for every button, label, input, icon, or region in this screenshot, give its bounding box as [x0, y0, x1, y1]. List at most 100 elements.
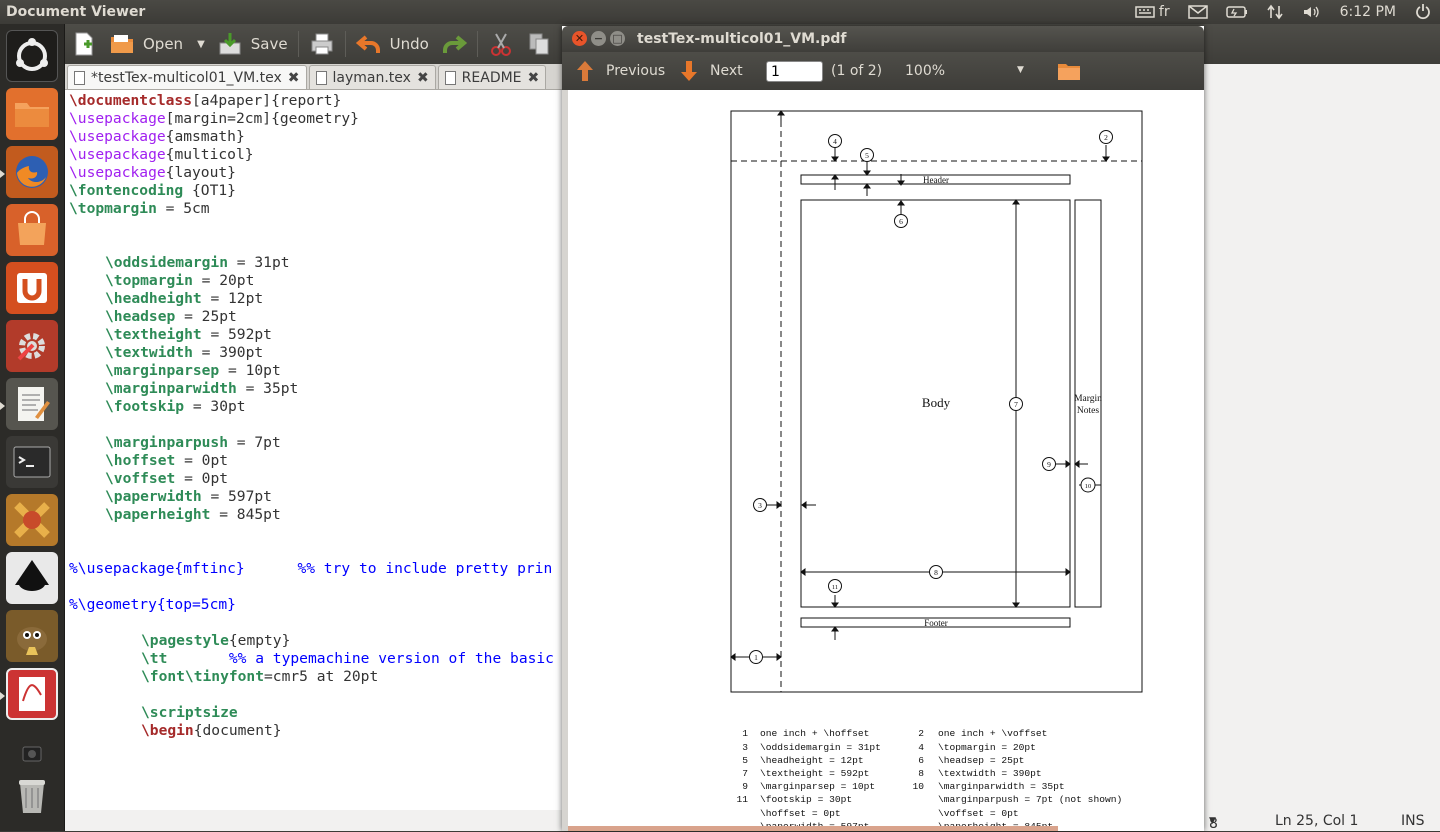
horizontal-scrollbar[interactable]: [568, 826, 1058, 831]
firefox-launcher[interactable]: [6, 146, 58, 198]
editor-statusbar: 8 ▼ Ln 25, Col 1 INS: [1205, 810, 1440, 832]
tab-testtex-multicol[interactable]: *testTex-multicol01_VM.tex ✖: [67, 65, 307, 89]
toolbar-separator: [476, 31, 478, 57]
terminal-launcher[interactable]: [6, 436, 58, 488]
text-editor-icon: [18, 387, 50, 421]
undo-button[interactable]: Undo: [350, 24, 435, 64]
new-document-button[interactable]: [65, 24, 103, 64]
code-line: \begin{document}: [141, 722, 282, 739]
zoom-dropdown-arrow-icon: ▼: [1017, 65, 1024, 75]
insert-mode: INS: [1401, 813, 1425, 829]
viewer-titlebar[interactable]: ✕ − □ testTex-multicol01_VM.pdf: [562, 26, 1204, 52]
code-line: \usepackage{layout}: [69, 164, 236, 181]
shopping-bag-icon: [18, 211, 46, 245]
arrow-down-icon: [681, 61, 697, 81]
zoom-select[interactable]: 100% ▼: [905, 63, 1024, 79]
camera-icon: [22, 746, 42, 762]
open-dropdown-arrow-icon[interactable]: ▼: [197, 39, 205, 50]
running-indicator: [0, 692, 5, 700]
save-label: Save: [250, 35, 288, 53]
text-editor-launcher[interactable]: [6, 378, 58, 430]
next-page-button[interactable]: Next: [670, 51, 749, 91]
tab-readme[interactable]: README ✖: [437, 65, 547, 89]
gimp-icon: [17, 627, 47, 655]
code-line: \marginparwidth = 35pt: [105, 380, 299, 397]
terminal-icon: [13, 446, 51, 478]
print-button[interactable]: [303, 24, 341, 64]
tab-label: *testTex-multicol01_VM.tex: [91, 69, 282, 86]
code-editor[interactable]: \documentclass[a4paper]{report} \usepack…: [65, 90, 565, 810]
system-settings-launcher[interactable]: [6, 320, 58, 372]
document-icon: [444, 70, 456, 85]
document-viewer-icon: [19, 677, 45, 711]
open-button[interactable]: Open ▼: [103, 24, 211, 64]
code-line: \hoffset = 0pt: [105, 452, 229, 469]
ubuntu-logo-icon: [16, 38, 48, 71]
viewer-toolbar: Previous Next (1 of 2) 100% ▼: [562, 52, 1204, 90]
battery-icon: [1225, 6, 1247, 18]
document-viewer-window: ✕ − □ testTex-multicol01_VM.pdf Previous…: [562, 26, 1204, 831]
tab-label: layman.tex: [332, 69, 411, 86]
page-count: (1 of 2): [831, 63, 883, 79]
zoom-value: 100%: [905, 63, 946, 79]
trash-launcher[interactable]: [6, 770, 58, 822]
code-line: \headsep = 25pt: [105, 308, 237, 325]
ubuntu-one-launcher[interactable]: [6, 262, 58, 314]
code-line: \pagestyle{empty}: [141, 632, 291, 649]
open-sidebar-button[interactable]: [1050, 51, 1088, 91]
marker-4: 4: [833, 137, 837, 146]
gimp-image-editor-launcher[interactable]: [6, 610, 58, 662]
code-line: \fontencoding {OT1}: [69, 182, 236, 199]
tab-label: README: [461, 69, 522, 86]
document-view[interactable]: Header Body Margin Notes Footer 1 2 3 4 …: [562, 90, 1204, 831]
files-launcher[interactable]: [6, 88, 58, 140]
marker-8: 8: [934, 568, 938, 577]
keyboard-indicator[interactable]: fr: [1135, 4, 1170, 20]
close-tab-icon[interactable]: ✖: [528, 70, 540, 86]
ubuntu-one-icon: [17, 273, 47, 303]
mail-indicator[interactable]: [1187, 5, 1208, 19]
legend-left-text: one inch + \hoffset \oddsidemargin = 31pt…: [760, 728, 881, 831]
folder-icon: [15, 103, 49, 127]
inkscape-launcher[interactable]: [6, 552, 58, 604]
clock[interactable]: 6:12 PM: [1340, 4, 1396, 20]
code-line: \topmargin = 5cm: [69, 200, 210, 217]
session-indicator[interactable]: [1414, 3, 1432, 21]
maximize-window-icon[interactable]: □: [610, 31, 625, 46]
code-line: \oddsidemargin = 31pt: [105, 254, 290, 271]
save-button[interactable]: Save: [211, 24, 294, 64]
minimize-window-icon[interactable]: −: [591, 31, 606, 46]
gimp-launcher[interactable]: [6, 494, 58, 546]
page-number-input[interactable]: [766, 61, 823, 82]
code-line: \scriptsize: [141, 704, 238, 721]
marker-10: 10: [1085, 483, 1092, 490]
close-tab-icon[interactable]: ✖: [417, 70, 429, 86]
battery-indicator[interactable]: [1225, 5, 1248, 19]
marker-5: 5: [865, 151, 869, 160]
folder-icon: [1058, 64, 1080, 80]
network-indicator[interactable]: [1266, 4, 1284, 20]
previous-page-button[interactable]: Previous: [566, 51, 671, 91]
sound-indicator[interactable]: [1302, 4, 1322, 20]
keyboard-layout-label: fr: [1158, 4, 1170, 20]
toolbar-separator: [297, 31, 299, 57]
tab-layman[interactable]: layman.tex ✖: [308, 65, 436, 89]
viewer-title: testTex-multicol01_VM.pdf: [637, 31, 847, 47]
inkscape-icon: [15, 560, 49, 591]
code-line: %\usepackage{mftinc} %% try to include p…: [69, 560, 553, 577]
undo-label: Undo: [389, 35, 429, 53]
new-document-icon: [75, 32, 93, 56]
margin-notes-label-line1: Margin: [1074, 394, 1102, 404]
redo-button[interactable]: [435, 24, 473, 64]
dash-home-button[interactable]: [6, 30, 58, 82]
mail-icon: [1187, 5, 1208, 19]
software-center-launcher[interactable]: [6, 204, 58, 256]
cut-button[interactable]: [482, 24, 520, 64]
document-viewer-launcher[interactable]: [6, 668, 58, 720]
close-window-icon[interactable]: ✕: [572, 31, 587, 46]
document-tabs: *testTex-multicol01_VM.tex ✖ layman.tex …: [65, 64, 565, 90]
marker-1: 1: [754, 653, 758, 662]
marker-3: 3: [758, 501, 762, 510]
close-tab-icon[interactable]: ✖: [288, 70, 300, 86]
copy-button[interactable]: [520, 24, 558, 64]
